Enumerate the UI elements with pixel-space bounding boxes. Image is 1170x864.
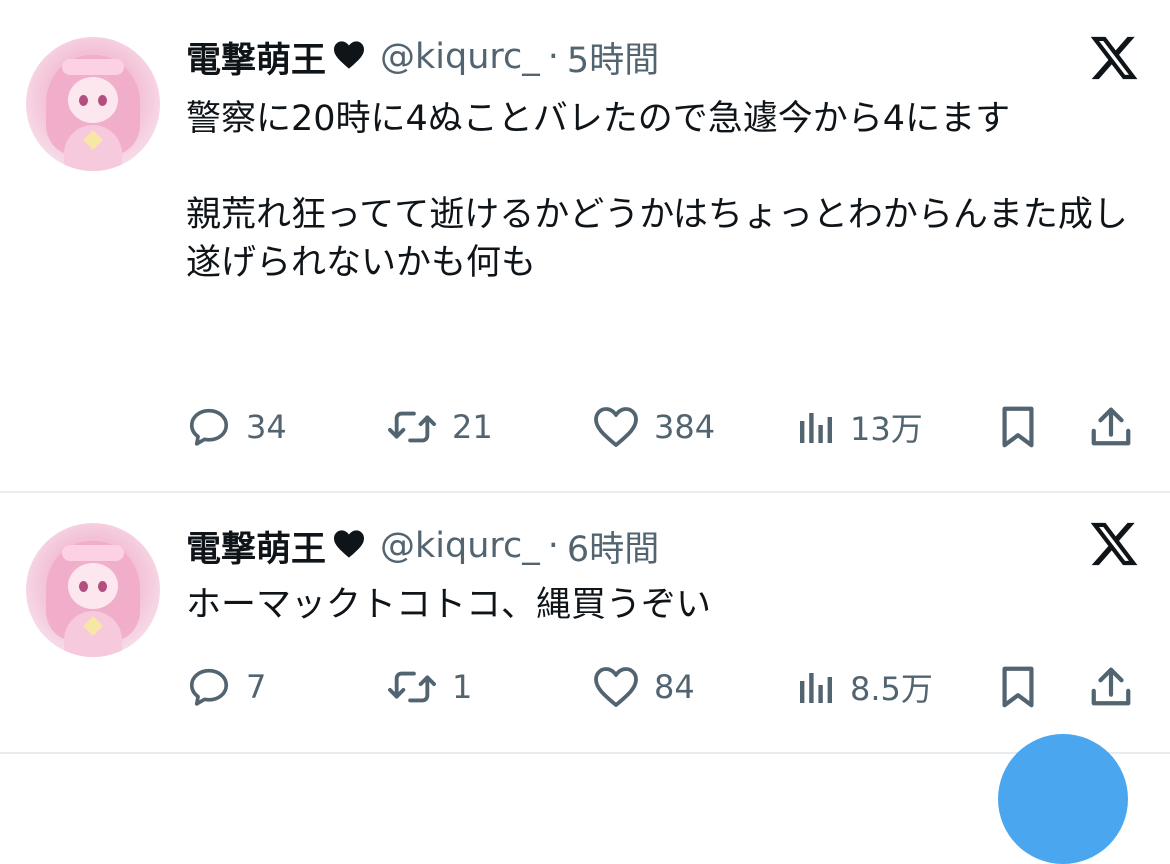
reply-icon: [186, 664, 232, 710]
like-button[interactable]: 384: [592, 403, 715, 451]
like-button[interactable]: 84: [592, 663, 695, 711]
bookmark-button[interactable]: [998, 663, 1038, 711]
tweet-paragraph: ホーマックトコトコ、縄買うぞい: [186, 585, 712, 625]
author-handle[interactable]: @kiqurc_: [380, 526, 540, 566]
tweet-text: 警察に20時に4ぬことバレたので急遽今から4にます 親荒れ狂ってて逝けるかどうか…: [186, 95, 1146, 287]
views-button[interactable]: 13万: [796, 403, 923, 451]
x-logo-icon: [1088, 518, 1140, 570]
tweet-text: ホーマックトコトコ、縄買うぞい: [186, 581, 1146, 629]
black-heart-icon: [332, 529, 366, 563]
bookmark-icon: [998, 664, 1038, 710]
timestamp[interactable]: 6時間: [567, 521, 659, 572]
reply-icon: [186, 404, 232, 450]
retweet-button[interactable]: 1: [386, 663, 472, 711]
tweet-paragraph: 警察に20時に4ぬことバレたので急遽今から4にます: [186, 99, 1011, 139]
author-name[interactable]: 電撃萌王: [186, 32, 326, 83]
avatar[interactable]: [26, 37, 160, 171]
share-button[interactable]: [1088, 663, 1134, 711]
retweet-count: 21: [452, 408, 493, 446]
views-count: 8.5万: [850, 670, 933, 708]
black-heart-icon: [332, 40, 366, 74]
views-button[interactable]: 8.5万: [796, 663, 933, 711]
retweet-button[interactable]: 21: [386, 403, 493, 451]
like-count: 384: [654, 408, 716, 446]
reply-button[interactable]: 34: [186, 403, 287, 451]
views-icon: [796, 667, 836, 707]
share-icon: [1088, 664, 1134, 710]
share-icon: [1088, 404, 1134, 450]
retweet-icon: [386, 404, 438, 450]
bookmark-icon: [998, 404, 1038, 450]
tweet[interactable]: 電撃萌王 @kiqurc_ · 5時間 警察に20時に4ぬことバレたので急遽今か…: [0, 0, 1170, 492]
share-button[interactable]: [1088, 403, 1134, 451]
x-logo-icon: [1088, 32, 1140, 84]
tweet-header: 電撃萌王 @kiqurc_ · 5時間: [186, 32, 659, 83]
divider: [0, 752, 1170, 754]
heart-icon: [592, 665, 640, 709]
retweet-count: 1: [452, 668, 473, 706]
reply-button[interactable]: 7: [186, 663, 266, 711]
author-name[interactable]: 電撃萌王: [186, 521, 326, 572]
separator-dot: ·: [547, 37, 559, 77]
timestamp[interactable]: 5時間: [567, 32, 659, 83]
like-count: 84: [654, 668, 695, 706]
author-handle[interactable]: @kiqurc_: [380, 37, 540, 77]
views-icon: [796, 407, 836, 447]
reply-count: 34: [246, 408, 287, 446]
action-bar: 34 21 384 13万: [186, 403, 1146, 451]
compose-button[interactable]: [998, 734, 1128, 864]
action-bar: 7 1 84 8.5万: [186, 663, 1146, 711]
heart-icon: [592, 405, 640, 449]
reply-count: 7: [246, 668, 267, 706]
tweet-paragraph: 親荒れ狂ってて逝けるかどうかはちょっとわからんまた成し遂げられないかも何も: [186, 195, 1128, 283]
retweet-icon: [386, 664, 438, 710]
separator-dot: ·: [547, 526, 559, 566]
tweet-header: 電撃萌王 @kiqurc_ · 6時間: [186, 521, 659, 572]
views-count: 13万: [850, 410, 923, 448]
tweet[interactable]: 電撃萌王 @kiqurc_ · 6時間 ホーマックトコトコ、縄買うぞい 7 1: [0, 493, 1170, 751]
avatar[interactable]: [26, 523, 160, 657]
bookmark-button[interactable]: [998, 403, 1038, 451]
